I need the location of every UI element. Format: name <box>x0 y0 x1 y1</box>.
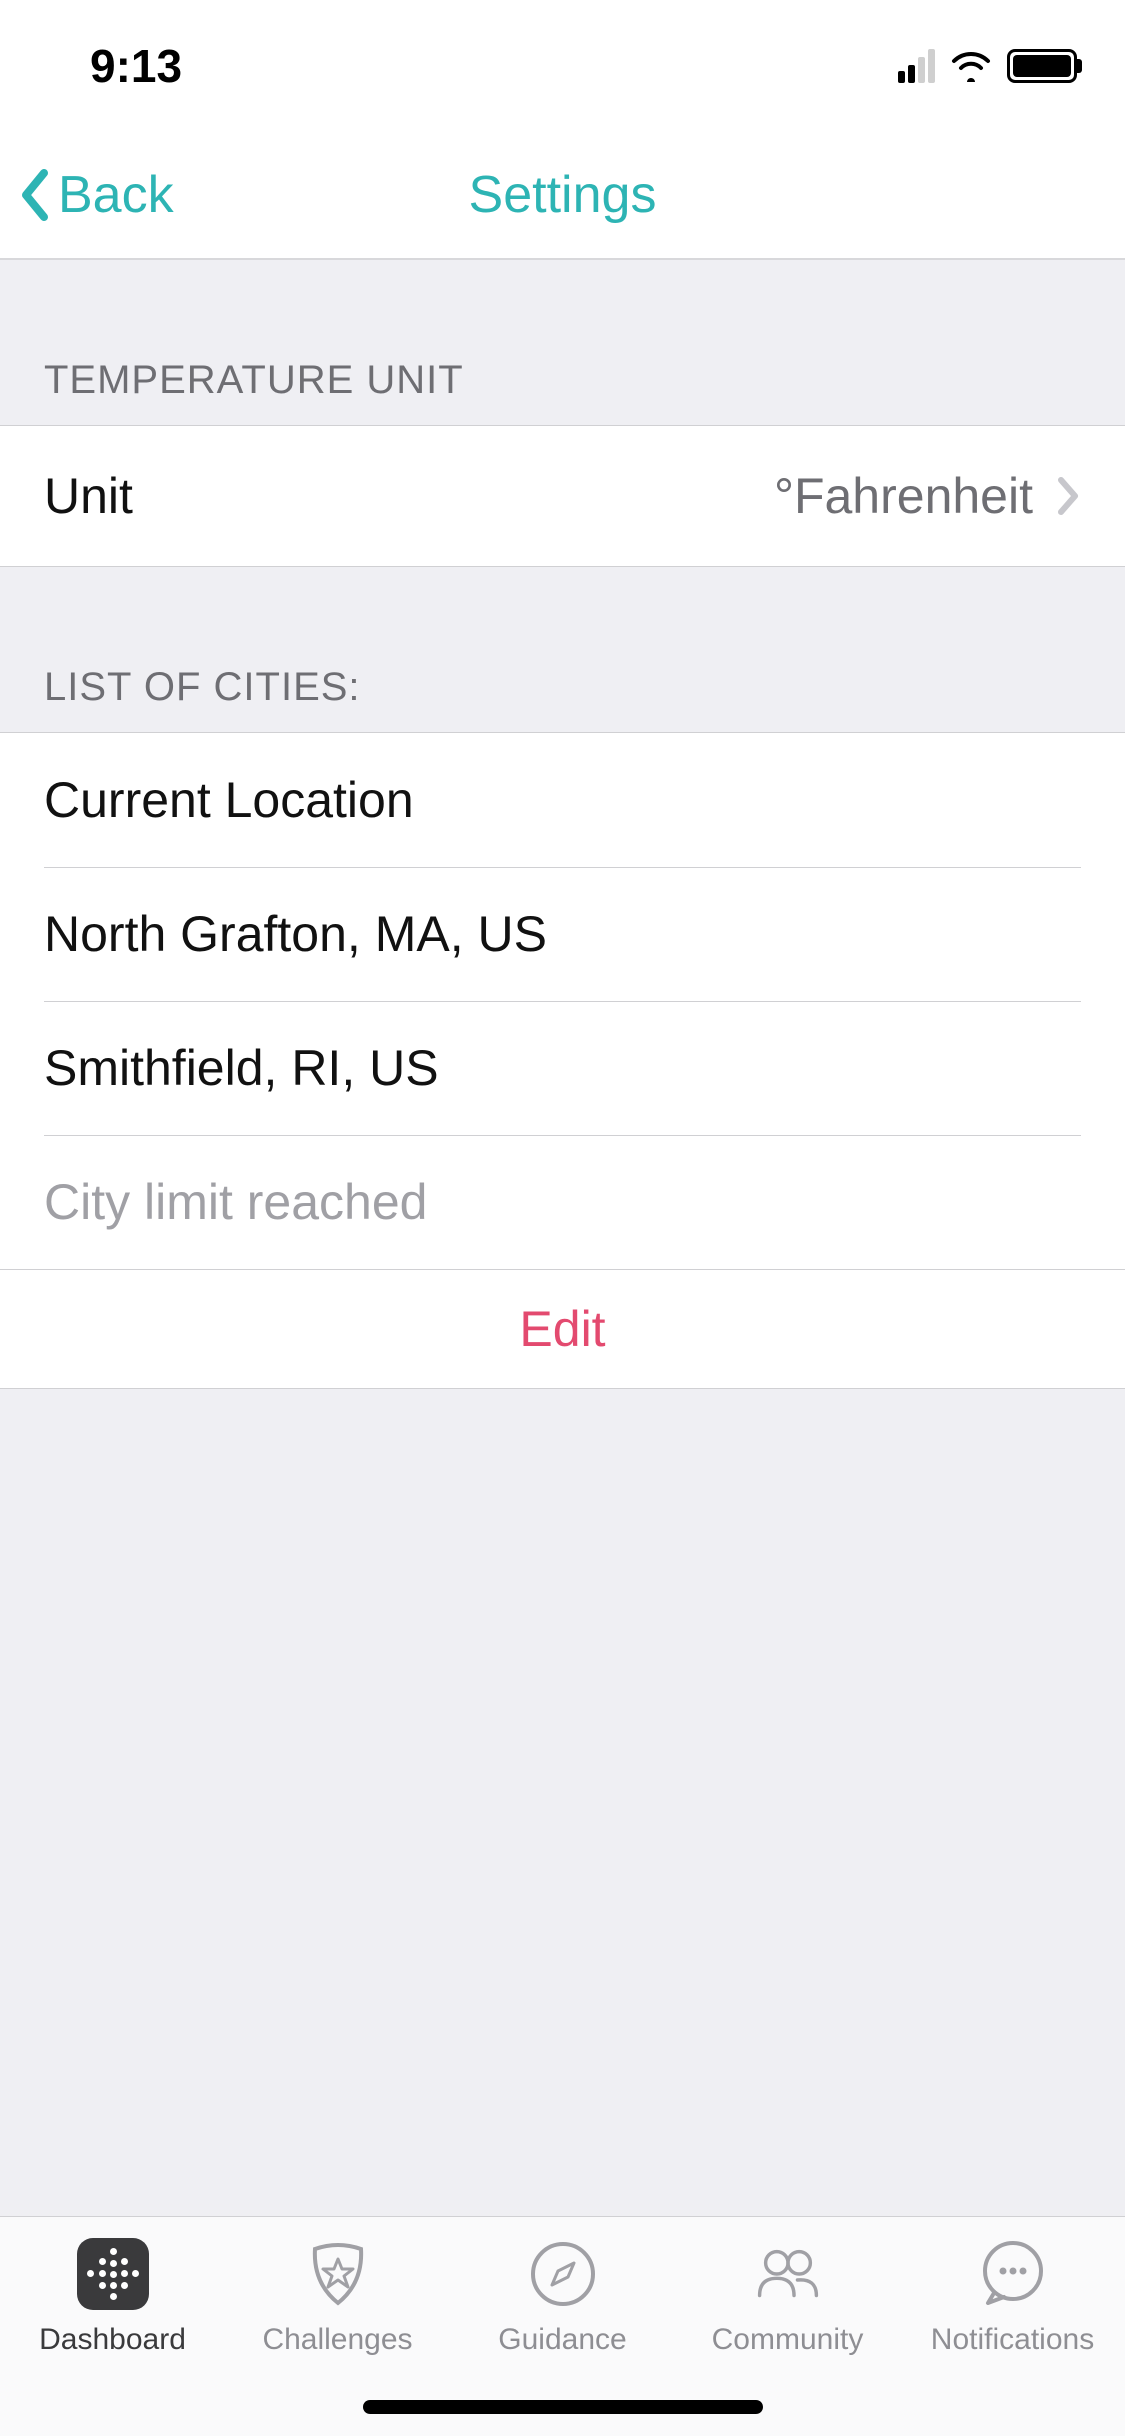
city-label: North Grafton, MA, US <box>44 905 547 963</box>
dashboard-icon <box>76 2237 150 2311</box>
tab-guidance[interactable]: Guidance <box>450 2237 675 2357</box>
chevron-left-icon <box>18 169 52 221</box>
cities-list: Current Location North Grafton, MA, US S… <box>0 732 1125 1269</box>
city-label: Current Location <box>44 771 414 829</box>
chat-icon <box>976 2237 1050 2311</box>
tab-label: Dashboard <box>39 2323 186 2357</box>
cellular-signal-icon <box>898 49 935 83</box>
section-header-temperature: TEMPERATURE UNIT <box>0 260 1125 425</box>
tab-community[interactable]: Community <box>675 2237 900 2357</box>
people-icon <box>751 2237 825 2311</box>
status-icons <box>898 49 1077 83</box>
back-button[interactable]: Back <box>0 165 174 225</box>
unit-row[interactable]: Unit °Fahrenheit <box>0 426 1125 566</box>
battery-icon <box>1007 49 1077 83</box>
city-row[interactable]: Smithfield, RI, US <box>0 1001 1125 1135</box>
tab-challenges[interactable]: Challenges <box>225 2237 450 2357</box>
city-row[interactable]: North Grafton, MA, US <box>0 867 1125 1001</box>
tab-label: Community <box>712 2323 864 2357</box>
tab-label: Notifications <box>931 2323 1094 2357</box>
section-header-cities: LIST OF CITIES: <box>0 567 1125 732</box>
star-shield-icon <box>301 2237 375 2311</box>
tab-label: Guidance <box>498 2323 626 2357</box>
chevron-right-icon <box>1057 476 1081 516</box>
city-row-current-location[interactable]: Current Location <box>0 733 1125 867</box>
edit-label: Edit <box>519 1300 605 1358</box>
tab-notifications[interactable]: Notifications <box>900 2237 1125 2357</box>
city-limit-label: City limit reached <box>44 1173 427 1231</box>
compass-icon <box>526 2237 600 2311</box>
wifi-icon <box>949 50 993 82</box>
back-label: Back <box>58 165 174 225</box>
nav-bar: Back Settings <box>0 132 1125 260</box>
unit-label: Unit <box>44 467 133 525</box>
tab-bar: Dashboard Challenges Guidance <box>0 2216 1125 2436</box>
city-limit-row: City limit reached <box>0 1135 1125 1269</box>
unit-value-wrap: °Fahrenheit <box>774 467 1081 525</box>
home-indicator <box>363 2400 763 2414</box>
content-spacer <box>0 1389 1125 2216</box>
temperature-unit-group: Unit °Fahrenheit <box>0 425 1125 567</box>
status-bar: 9:13 <box>0 0 1125 132</box>
page-title: Settings <box>469 165 657 225</box>
unit-value: °Fahrenheit <box>774 467 1033 525</box>
tab-dashboard[interactable]: Dashboard <box>0 2237 225 2357</box>
city-label: Smithfield, RI, US <box>44 1039 439 1097</box>
status-time: 9:13 <box>90 39 182 93</box>
edit-button[interactable]: Edit <box>0 1269 1125 1389</box>
tab-label: Challenges <box>262 2323 412 2357</box>
